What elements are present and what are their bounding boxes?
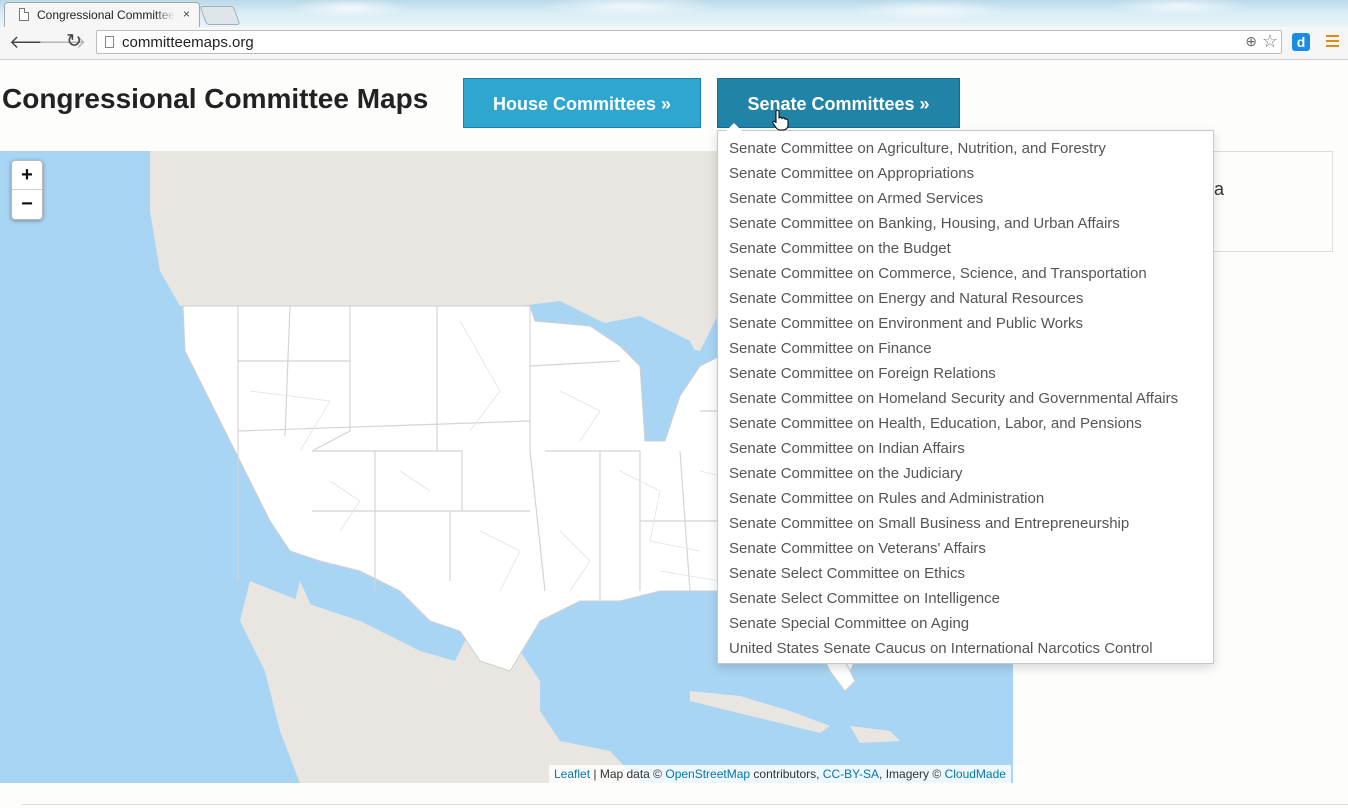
map-zoom-control: + − bbox=[11, 160, 43, 220]
dropdown-item[interactable]: Senate Select Committee on Ethics bbox=[718, 561, 1213, 586]
attribution-text: , Imagery © bbox=[879, 767, 945, 781]
dropdown-item[interactable]: Senate Committee on Indian Affairs bbox=[718, 436, 1213, 461]
leaflet-link[interactable]: Leaflet bbox=[554, 767, 590, 781]
dropdown-item[interactable]: Senate Committee on Environment and Publ… bbox=[718, 311, 1213, 336]
dropdown-item[interactable]: Senate Committee on the Judiciary bbox=[718, 461, 1213, 486]
dropdown-item[interactable]: Senate Special Committee on Aging bbox=[718, 611, 1213, 636]
dropdown-item[interactable]: Senate Committee on Health, Education, L… bbox=[718, 411, 1213, 436]
zoom-in-button[interactable]: + bbox=[12, 161, 42, 190]
page-title: Congressional Committee Maps bbox=[2, 83, 429, 114]
dropdown-item[interactable]: United States Senate Caucus on Internati… bbox=[718, 636, 1213, 661]
dropdown-item[interactable]: Senate Committee on Homeland Security an… bbox=[718, 386, 1213, 411]
attribution-text: | Map data © bbox=[590, 767, 666, 781]
browser-menu-icon[interactable] bbox=[1326, 35, 1339, 50]
address-bar[interactable]: committeemaps.org ⊕ ☆ bbox=[96, 30, 1282, 54]
dropdown-item[interactable]: Senate Committee on Veterans' Affairs bbox=[718, 536, 1213, 561]
dropdown-item[interactable]: Senate Committee on Foreign Relations bbox=[718, 361, 1213, 386]
dropdown-item[interactable]: Senate Committee on Small Business and E… bbox=[718, 511, 1213, 536]
extension-d-icon[interactable]: d bbox=[1292, 33, 1310, 51]
dropdown-item[interactable]: Senate Select Committee on Intelligence bbox=[718, 586, 1213, 611]
bookmark-star-icon[interactable]: ☆ bbox=[1262, 31, 1278, 52]
dropdown-item[interactable]: Senate Committee on Appropriations bbox=[718, 161, 1213, 186]
license-link[interactable]: CC-BY-SA bbox=[823, 767, 879, 781]
dropdown-item[interactable]: Senate Committee on Agriculture, Nutriti… bbox=[718, 136, 1213, 161]
dropdown-caret bbox=[726, 123, 742, 131]
close-tab-icon[interactable]: × bbox=[183, 7, 190, 21]
senate-committees-button[interactable]: Senate Committees » bbox=[717, 78, 960, 128]
dropdown-item[interactable]: Senate Committee on Energy and Natural R… bbox=[718, 286, 1213, 311]
browser-tab[interactable]: Congressional Committee × bbox=[4, 2, 200, 27]
zoom-icon[interactable]: ⊕ bbox=[1245, 33, 1257, 50]
senate-committees-dropdown: Senate Committee on Agriculture, Nutriti… bbox=[717, 130, 1214, 664]
url-text[interactable]: committeemaps.org bbox=[122, 34, 254, 51]
hand-cursor-icon bbox=[772, 109, 789, 131]
reload-icon[interactable]: ↻ bbox=[66, 31, 82, 53]
dropdown-item[interactable]: Senate Committee on Armed Services bbox=[718, 186, 1213, 211]
house-committees-button[interactable]: House Committees » bbox=[463, 78, 701, 128]
dropdown-item[interactable]: Senate Committee on Banking, Housing, an… bbox=[718, 211, 1213, 236]
tab-title: Congressional Committee bbox=[37, 8, 175, 22]
zoom-out-button[interactable]: − bbox=[12, 190, 42, 218]
page-icon bbox=[19, 8, 29, 21]
browser-tab-strip: Congressional Committee × bbox=[0, 0, 1348, 27]
dropdown-item[interactable]: Senate Committee on Commerce, Science, a… bbox=[718, 261, 1213, 286]
footer-divider bbox=[22, 804, 1348, 805]
dropdown-item[interactable]: Senate Committee on Finance bbox=[718, 336, 1213, 361]
page-icon bbox=[105, 36, 114, 48]
new-tab-button[interactable] bbox=[199, 6, 241, 25]
browser-toolbar: 🡐 🡒 ↻ committeemaps.org ⊕ ☆ d bbox=[0, 27, 1348, 60]
dropdown-item[interactable]: Senate Committee on Rules and Administra… bbox=[718, 486, 1213, 511]
attribution-text: contributors, bbox=[750, 767, 823, 781]
cloudmade-link[interactable]: CloudMade bbox=[945, 767, 1006, 781]
dropdown-item[interactable]: Senate Committee on the Budget bbox=[718, 236, 1213, 261]
map-attribution: Leaflet | Map data © OpenStreetMap contr… bbox=[549, 765, 1011, 783]
openstreetmap-link[interactable]: OpenStreetMap bbox=[665, 767, 750, 781]
